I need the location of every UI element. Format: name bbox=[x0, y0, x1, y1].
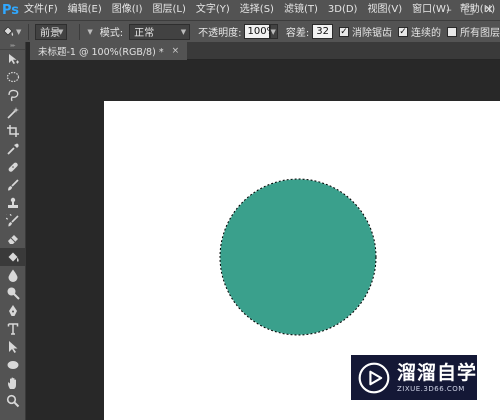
pattern-picker[interactable]: ▼ bbox=[84, 23, 94, 40]
menu-item[interactable]: 3D(D) bbox=[323, 0, 363, 20]
opacity-slider-button[interactable]: ▼ bbox=[269, 24, 278, 39]
checkbox-empty-icon bbox=[447, 26, 458, 37]
fill-source-select[interactable]: 前景 ▼ bbox=[35, 23, 68, 40]
play-logo-icon bbox=[358, 362, 390, 393]
blur-tool-icon bbox=[8, 269, 18, 282]
chevron-down-icon: ▼ bbox=[270, 27, 276, 36]
clone-stamp-tool-icon bbox=[8, 197, 18, 208]
separator bbox=[79, 23, 81, 40]
antialias-label: 消除锯齿 bbox=[352, 28, 393, 39]
document-tab[interactable]: 未标题-1 @ 100%(RGB/8) * × bbox=[30, 42, 188, 60]
eyedropper-tool-button[interactable] bbox=[0, 140, 26, 158]
chevron-down-icon: ▼ bbox=[58, 27, 64, 36]
close-tab-icon[interactable]: × bbox=[172, 46, 180, 56]
options-bar: ▼ 前景 ▼ ▼ 模式: 正常 ▼ 不透明度: 100% ▼ 容差: 32 ✓ … bbox=[0, 20, 500, 42]
document-tab-title: 未标题-1 @ 100%(RGB/8) * bbox=[38, 47, 164, 58]
move-tool-button[interactable] bbox=[0, 50, 26, 68]
menu-item[interactable]: 图层(L) bbox=[148, 0, 191, 20]
menu-item[interactable]: 文字(Y) bbox=[191, 0, 235, 20]
path-selection-tool-icon bbox=[9, 341, 18, 353]
brush-tool-icon bbox=[8, 179, 19, 191]
menu-item[interactable]: 视图(V) bbox=[362, 0, 407, 20]
tolerance-label: 容差: bbox=[285, 28, 310, 39]
menu-bar: Ps 文件(F) 编辑(E) 图像(I) 图层(L) 文字(Y) 选择(S) 滤镜(T) 3D… bbox=[0, 0, 500, 20]
hand-tool-button[interactable] bbox=[0, 374, 26, 392]
all-layers-checkbox[interactable]: 所有图层 bbox=[447, 24, 500, 39]
history-brush-tool-button[interactable] bbox=[0, 212, 26, 230]
history-brush-tool-icon bbox=[6, 214, 19, 227]
separator bbox=[28, 23, 30, 40]
tolerance-input[interactable]: 32 bbox=[312, 24, 334, 39]
eraser-tool-button[interactable] bbox=[0, 230, 26, 248]
checkbox-check-icon: ✓ bbox=[398, 26, 409, 37]
ellipse-shape-tool-button[interactable] bbox=[0, 356, 26, 374]
marquee-ellipse-tool-icon bbox=[6, 71, 20, 83]
mode-label: 模式: bbox=[99, 28, 124, 39]
tool-preset-picker[interactable]: ▼ bbox=[0, 21, 22, 43]
menu-item[interactable]: 编辑(E) bbox=[63, 0, 107, 20]
paint-bucket-tool-icon bbox=[8, 252, 19, 262]
watermark-text: 溜溜自学 ZIXUE.3D66.COM bbox=[397, 362, 477, 394]
maximize-button[interactable]: □ bbox=[462, 2, 476, 16]
contiguous-checkbox[interactable]: ✓ 连续的 bbox=[398, 24, 441, 39]
opacity-label: 不透明度: bbox=[198, 28, 242, 39]
filled-circle-selection bbox=[220, 179, 376, 335]
watermark: 溜溜自学 ZIXUE.3D66.COM bbox=[351, 355, 477, 400]
blend-mode-value: 正常 bbox=[134, 28, 155, 39]
crop-tool-icon bbox=[7, 125, 19, 137]
watermark-subtitle: ZIXUE.3D66.COM bbox=[396, 384, 465, 393]
path-selection-tool-button[interactable] bbox=[0, 338, 26, 356]
healing-brush-tool-icon bbox=[8, 162, 18, 172]
magic-wand-tool-icon bbox=[7, 107, 19, 119]
document-tab-bar: 未标题-1 @ 100%(RGB/8) * × bbox=[30, 42, 500, 60]
dodge-tool-icon bbox=[7, 287, 20, 300]
chevron-down-icon: ▼ bbox=[87, 27, 93, 36]
chevron-down-icon: ▼ bbox=[180, 27, 187, 36]
watermark-title: 溜溜自学 bbox=[396, 361, 477, 384]
type-tool-icon bbox=[7, 323, 19, 335]
move-tool-icon bbox=[9, 54, 19, 64]
checkbox-check-icon: ✓ bbox=[339, 26, 350, 37]
menu-item[interactable]: 滤镜(T) bbox=[279, 0, 323, 20]
all-layers-label: 所有图层 bbox=[460, 28, 500, 39]
healing-brush-tool-button[interactable] bbox=[0, 158, 26, 176]
photoshop-logo: Ps bbox=[2, 2, 20, 18]
minimize-button[interactable]: – bbox=[442, 2, 456, 16]
menu-items: 文件(F) 编辑(E) 图像(I) 图层(L) 文字(Y) 选择(S) 滤镜(T) 3D(D)… bbox=[19, 0, 500, 20]
zoom-tool-icon bbox=[6, 394, 20, 408]
blur-tool-button[interactable] bbox=[0, 266, 26, 284]
ellipse-shape-tool-icon bbox=[7, 361, 19, 369]
eyedropper-tool-icon bbox=[7, 143, 19, 155]
zoom-tool-button[interactable] bbox=[0, 392, 26, 410]
type-tool-button[interactable] bbox=[0, 320, 26, 338]
clone-stamp-tool-button[interactable] bbox=[0, 194, 26, 212]
eraser-tool-icon bbox=[8, 235, 18, 244]
crop-tool-button[interactable] bbox=[0, 122, 26, 140]
close-button[interactable]: ✕ bbox=[482, 2, 496, 16]
paint-bucket-tool-button[interactable] bbox=[0, 248, 26, 266]
blend-mode-select[interactable]: 正常 ▼ bbox=[129, 23, 191, 40]
menu-item[interactable]: 文件(F) bbox=[19, 0, 63, 20]
hand-tool-icon bbox=[8, 377, 16, 389]
tools-panel: ▸▸ bbox=[0, 42, 26, 420]
paint-bucket-icon bbox=[3, 26, 14, 36]
pen-tool-icon bbox=[9, 305, 17, 316]
tool-list bbox=[0, 50, 26, 410]
marquee-ellipse-tool-button[interactable] bbox=[0, 68, 26, 86]
pen-tool-button[interactable] bbox=[0, 302, 26, 320]
menu-item[interactable]: 选择(S) bbox=[235, 0, 279, 20]
panel-grip[interactable]: ▸▸ bbox=[0, 42, 25, 50]
brush-tool-button[interactable] bbox=[0, 176, 26, 194]
magic-wand-tool-button[interactable] bbox=[0, 104, 26, 122]
contiguous-label: 连续的 bbox=[411, 28, 442, 39]
dodge-tool-button[interactable] bbox=[0, 284, 26, 302]
opacity-input[interactable]: 100% bbox=[243, 24, 276, 39]
lasso-tool-icon bbox=[8, 89, 19, 102]
menu-item[interactable]: 图像(I) bbox=[107, 0, 148, 20]
antialias-checkbox[interactable]: ✓ 消除锯齿 bbox=[339, 24, 392, 39]
lasso-tool-button[interactable] bbox=[0, 86, 26, 104]
